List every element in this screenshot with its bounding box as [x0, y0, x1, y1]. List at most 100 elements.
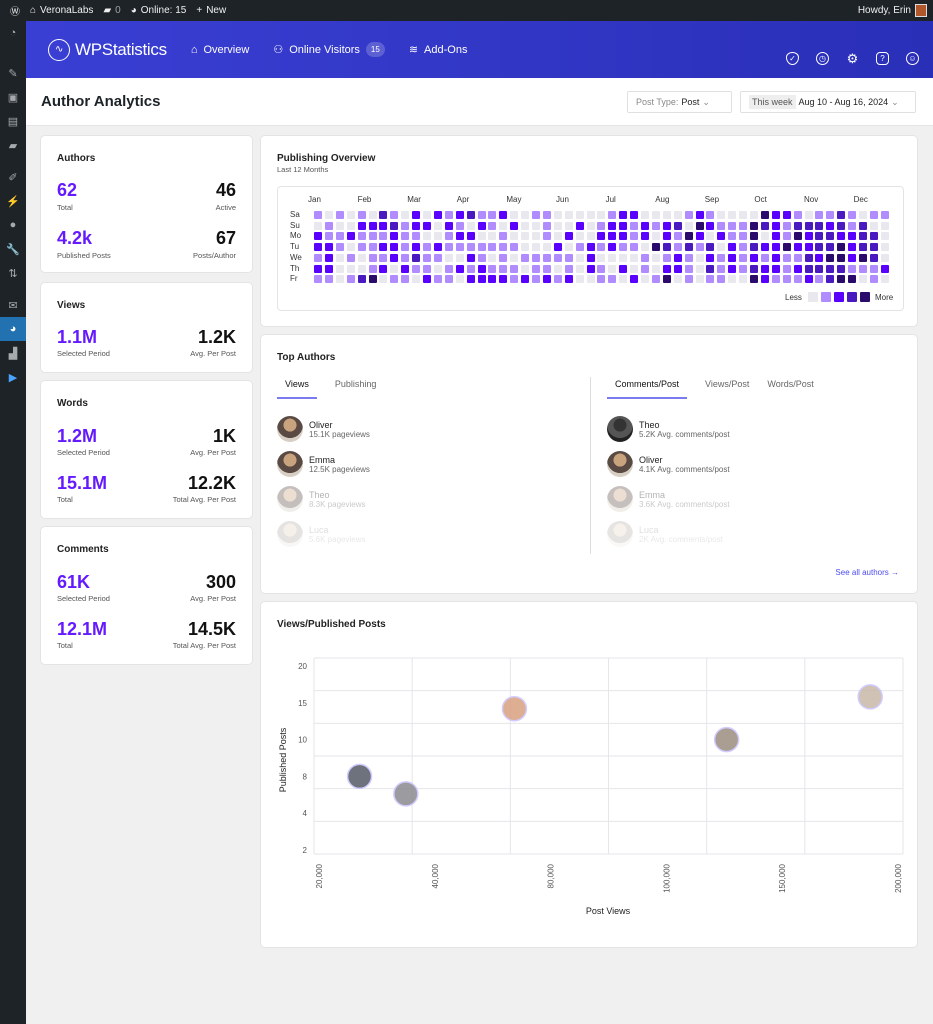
heatmap-cell[interactable]: [739, 243, 748, 252]
heatmap-cell[interactable]: [651, 232, 660, 241]
heatmap-cell[interactable]: [575, 243, 584, 252]
see-all-authors-link[interactable]: See all authors →: [835, 568, 899, 577]
heatmap-cell[interactable]: [717, 275, 726, 284]
heatmap-cell[interactable]: [510, 275, 519, 284]
heatmap-cell[interactable]: [859, 275, 867, 284]
heatmap-cell[interactable]: [815, 264, 824, 273]
heatmap-cell[interactable]: [412, 275, 421, 284]
heatmap-cell[interactable]: [739, 221, 748, 230]
heatmap-cell[interactable]: [673, 253, 682, 262]
heatmap-cell[interactable]: [869, 253, 878, 262]
heatmap-cell[interactable]: [859, 211, 867, 219]
heatmap-cell[interactable]: [455, 275, 464, 284]
heatmap-cell[interactable]: [314, 264, 322, 273]
heatmap-cell[interactable]: [771, 275, 780, 284]
heatmap-cell[interactable]: [750, 243, 758, 252]
heatmap-cell[interactable]: [651, 253, 660, 262]
heatmap-cell[interactable]: [684, 264, 693, 273]
heatmap-cell[interactable]: [673, 243, 682, 252]
heatmap-cell[interactable]: [324, 275, 333, 284]
heatmap-cell[interactable]: [695, 211, 704, 219]
heatmap-cell[interactable]: [641, 253, 649, 262]
heatmap-cell[interactable]: [673, 275, 682, 284]
heatmap-cell[interactable]: [499, 264, 508, 273]
heatmap-cell[interactable]: [357, 275, 366, 284]
heatmap-cell[interactable]: [695, 275, 704, 284]
heatmap-cell[interactable]: [662, 232, 671, 241]
gear-icon[interactable]: ⚙: [846, 51, 859, 66]
heatmap-cell[interactable]: [651, 211, 660, 219]
heatmap-cell[interactable]: [401, 275, 410, 284]
heatmap-cell[interactable]: [760, 264, 769, 273]
heatmap-cell[interactable]: [335, 221, 344, 230]
heatmap-cell[interactable]: [346, 211, 355, 219]
heatmap-cell[interactable]: [335, 232, 344, 241]
heatmap-cell[interactable]: [314, 253, 322, 262]
heatmap-cell[interactable]: [314, 232, 322, 241]
heatmap-cell[interactable]: [575, 211, 584, 219]
heatmap-cell[interactable]: [379, 221, 388, 230]
heatmap-cell[interactable]: [706, 253, 715, 262]
heatmap-cell[interactable]: [717, 253, 726, 262]
heatmap-cell[interactable]: [412, 232, 421, 241]
heatmap-cell[interactable]: [532, 221, 540, 230]
heatmap-cell[interactable]: [444, 221, 453, 230]
heatmap-cell[interactable]: [499, 221, 508, 230]
heatmap-cell[interactable]: [379, 275, 388, 284]
heatmap-cell[interactable]: [739, 275, 748, 284]
heatmap-cell[interactable]: [869, 221, 878, 230]
heatmap-cell[interactable]: [324, 221, 333, 230]
heatmap-cell[interactable]: [324, 211, 333, 219]
heatmap-cell[interactable]: [793, 264, 802, 273]
heatmap-cell[interactable]: [455, 264, 464, 273]
heatmap-cell[interactable]: [673, 221, 682, 230]
heatmap-cell[interactable]: [695, 221, 704, 230]
heatmap-cell[interactable]: [390, 221, 399, 230]
heatmap-cell[interactable]: [433, 264, 442, 273]
account-menu[interactable]: Howdy, Erin: [858, 4, 927, 17]
heatmap-cell[interactable]: [521, 275, 530, 284]
heatmap-cell[interactable]: [324, 232, 333, 241]
heatmap-cell[interactable]: [608, 232, 617, 241]
mail-icon[interactable]: ✉: [0, 293, 26, 317]
heatmap-cell[interactable]: [324, 243, 333, 252]
tab-words-per-post[interactable]: Words/Post: [767, 379, 813, 399]
heatmap-cell[interactable]: [804, 264, 813, 273]
media-icon[interactable]: ▣: [0, 85, 26, 109]
nav-add-ons[interactable]: ≋ Add-Ons: [409, 43, 468, 57]
heatmap-cell[interactable]: [684, 253, 693, 262]
heatmap-cell[interactable]: [641, 275, 649, 284]
heatmap-cell[interactable]: [848, 275, 857, 284]
heatmap-cell[interactable]: [346, 275, 355, 284]
heatmap-cell[interactable]: [477, 243, 486, 252]
heatmap-cell[interactable]: [499, 253, 508, 262]
heatmap-cell[interactable]: [804, 243, 813, 252]
heatmap-cell[interactable]: [586, 253, 595, 262]
heatmap-cell[interactable]: [553, 221, 562, 230]
post-type-select[interactable]: Post Type: Post ⌄: [627, 91, 732, 113]
heatmap-cell[interactable]: [423, 264, 431, 273]
heatmap-cell[interactable]: [433, 232, 442, 241]
heatmap-cell[interactable]: [553, 264, 562, 273]
heatmap-cell[interactable]: [346, 221, 355, 230]
heatmap-cell[interactable]: [455, 243, 464, 252]
author-row[interactable]: Luca 2K Avg. comments/post: [607, 521, 723, 547]
heatmap-cell[interactable]: [673, 232, 682, 241]
heatmap-cell[interactable]: [423, 221, 431, 230]
heatmap-cell[interactable]: [826, 232, 835, 241]
heatmap-cell[interactable]: [662, 221, 671, 230]
heatmap-cell[interactable]: [499, 211, 508, 219]
heatmap-cell[interactable]: [575, 232, 584, 241]
heatmap-cell[interactable]: [848, 211, 857, 219]
heatmap-cell[interactable]: [597, 264, 606, 273]
heatmap-cell[interactable]: [750, 264, 758, 273]
heatmap-cell[interactable]: [477, 275, 486, 284]
heatmap-cell[interactable]: [608, 275, 617, 284]
heatmap-cell[interactable]: [444, 243, 453, 252]
heatmap-cell[interactable]: [379, 232, 388, 241]
heatmap-cell[interactable]: [542, 253, 551, 262]
heatmap-cell[interactable]: [379, 253, 388, 262]
date-range-picker[interactable]: This week Aug 10 - Aug 16, 2024 ⌄: [740, 91, 916, 113]
heatmap-cell[interactable]: [564, 211, 573, 219]
heatmap-cell[interactable]: [444, 275, 453, 284]
